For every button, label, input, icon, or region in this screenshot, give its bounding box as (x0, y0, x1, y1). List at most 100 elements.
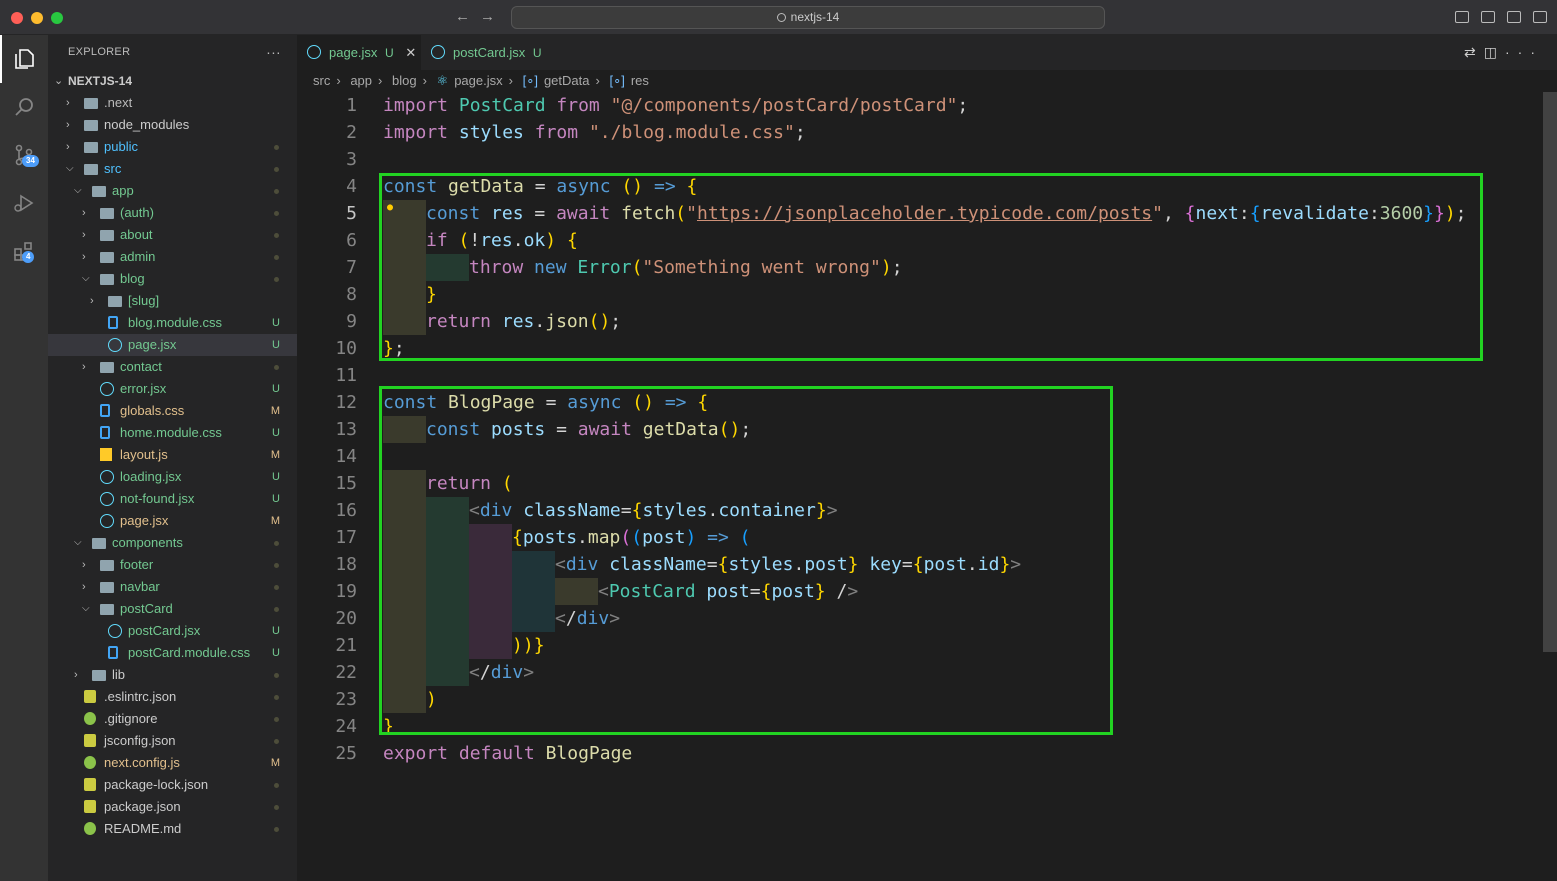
tree-file[interactable]: .eslintrc.json (48, 686, 297, 708)
editor-actions[interactable]: ⇄◫··· (1464, 44, 1543, 61)
explorer-icon[interactable] (0, 35, 48, 83)
breadcrumb-item[interactable]: page.jsx (454, 73, 502, 88)
tree-folder[interactable]: ⌵ app (48, 180, 297, 202)
git-status-badge: U (272, 339, 280, 351)
breadcrumb-item[interactable]: res (631, 73, 649, 88)
line-number: 25 (335, 743, 357, 764)
navigation-arrows[interactable]: ←→ (455, 8, 505, 25)
explorer-title: EXPLORER (68, 46, 131, 58)
layout-controls[interactable] (1443, 10, 1547, 28)
tree-item-label: app (112, 183, 134, 198)
tree-file[interactable]: .gitignore (48, 708, 297, 730)
folder-icon (92, 670, 106, 681)
breadcrumb-item[interactable]: app (350, 73, 372, 88)
tree-folder[interactable]: › public (48, 136, 297, 158)
toggle-panel-icon[interactable] (1481, 11, 1495, 23)
tree-folder[interactable]: ⌵ postCard (48, 598, 297, 620)
compare-changes-icon[interactable]: ⇄ (1464, 44, 1484, 60)
customize-layout-icon[interactable] (1533, 11, 1547, 23)
tree-file[interactable]: postCard.jsx U (48, 620, 297, 642)
tree-file[interactable]: page.jsx M (48, 510, 297, 532)
tree-folder[interactable]: › [slug] (48, 290, 297, 312)
chevron-down-icon: ⌵ (82, 273, 90, 284)
folder-icon (100, 362, 114, 373)
tree-item-label: src (104, 161, 122, 176)
tree-folder[interactable]: ⌵ src (48, 158, 297, 180)
command-center-search[interactable]: nextjs-14 (511, 6, 1105, 29)
tree-file[interactable]: home.module.css U (48, 422, 297, 444)
tree-file[interactable]: jsconfig.json (48, 730, 297, 752)
code-text: import PostCard from "@/components/postC… (383, 95, 969, 116)
tab-status: U (385, 46, 394, 60)
tree-item-label: home.module.css (120, 425, 222, 440)
modified-indicator (274, 365, 279, 370)
tree-file[interactable]: package-lock.json (48, 774, 297, 796)
code-text: export default BlogPage (383, 743, 633, 764)
vertical-scrollbar[interactable] (1543, 92, 1557, 652)
source-control-icon[interactable]: 34 (0, 131, 48, 179)
react-icon: ⚛ (436, 73, 449, 88)
chevron-right-icon: › (82, 251, 86, 263)
scm-badge: 34 (22, 155, 39, 167)
tree-folder[interactable]: › .next (48, 92, 297, 114)
tree-folder[interactable]: › lib (48, 664, 297, 686)
minimize-window-button[interactable] (31, 12, 43, 24)
chevron-right-icon: › (82, 207, 86, 219)
tree-folder[interactable]: › node_modules (48, 114, 297, 136)
line-number: 24 (335, 716, 357, 737)
extensions-icon[interactable]: 4 (0, 227, 48, 275)
more-actions-icon[interactable]: ··· (266, 35, 281, 70)
file-css-icon (108, 646, 118, 659)
toggle-secondary-sidebar-icon[interactable] (1507, 11, 1521, 23)
tree-folder[interactable]: ⌵ components (48, 532, 297, 554)
tree-file[interactable]: next.config.js M (48, 752, 297, 774)
tree-folder[interactable]: › navbar (48, 576, 297, 598)
tree-item-label: postCard (120, 601, 173, 616)
breadcrumb-item[interactable]: blog (392, 73, 417, 88)
tree-file[interactable]: error.jsx U (48, 378, 297, 400)
tree-folder[interactable]: › contact (48, 356, 297, 378)
more-actions-icon[interactable]: ··· (1505, 44, 1543, 60)
tree-folder[interactable]: › admin (48, 246, 297, 268)
tree-file[interactable]: layout.js M (48, 444, 297, 466)
tree-folder[interactable]: › (auth) (48, 202, 297, 224)
modified-indicator (274, 739, 279, 744)
folder-icon (84, 98, 98, 109)
tree-file[interactable]: postCard.module.css U (48, 642, 297, 664)
breadcrumb-item[interactable]: src (313, 73, 330, 88)
explorer-root[interactable]: ⌄ NEXTJS-14 (48, 70, 297, 92)
tab-postcard-jsx[interactable]: postCard.jsx U (421, 35, 569, 70)
close-window-button[interactable] (11, 12, 23, 24)
line-number: 11 (335, 365, 357, 386)
breadcrumb-item[interactable]: getData (544, 73, 590, 88)
modified-indicator (274, 563, 279, 568)
tree-file[interactable]: not-found.jsx U (48, 488, 297, 510)
close-tab-icon[interactable]: ✕ (405, 45, 416, 60)
tree-file[interactable]: README.md (48, 818, 297, 840)
search-icon[interactable] (0, 83, 48, 131)
maximize-window-button[interactable] (51, 12, 63, 24)
split-editor-icon[interactable]: ◫ (1484, 44, 1505, 60)
toggle-primary-sidebar-icon[interactable] (1455, 11, 1469, 23)
tree-file[interactable]: page.jsx U (48, 334, 297, 356)
tree-file[interactable]: globals.css M (48, 400, 297, 422)
git-status-badge: U (272, 317, 280, 329)
tree-item-label: public (104, 139, 138, 154)
tree-folder[interactable]: ⌵ blog (48, 268, 297, 290)
tree-file[interactable]: package.json (48, 796, 297, 818)
tree-folder[interactable]: › about (48, 224, 297, 246)
tree-item-label: postCard.module.css (128, 645, 251, 660)
tree-folder[interactable]: › footer (48, 554, 297, 576)
run-debug-icon[interactable] (0, 179, 48, 227)
folder-icon (84, 120, 98, 131)
code-line: 25 export default BlogPage (297, 740, 1557, 767)
tree-item-label: footer (120, 557, 154, 572)
file-gen-icon (84, 712, 96, 725)
tab-page-jsx[interactable]: page.jsx U ✕ (297, 35, 421, 70)
tree-item-label: next.config.js (104, 755, 180, 770)
tree-file[interactable]: blog.module.css U (48, 312, 297, 334)
folder-icon (100, 230, 114, 241)
tree-item-label: page.jsx (128, 337, 177, 352)
tree-file[interactable]: loading.jsx U (48, 466, 297, 488)
breadcrumb: src › app › blog › ⚛ page.jsx › [∘] getData › [… (313, 73, 649, 88)
